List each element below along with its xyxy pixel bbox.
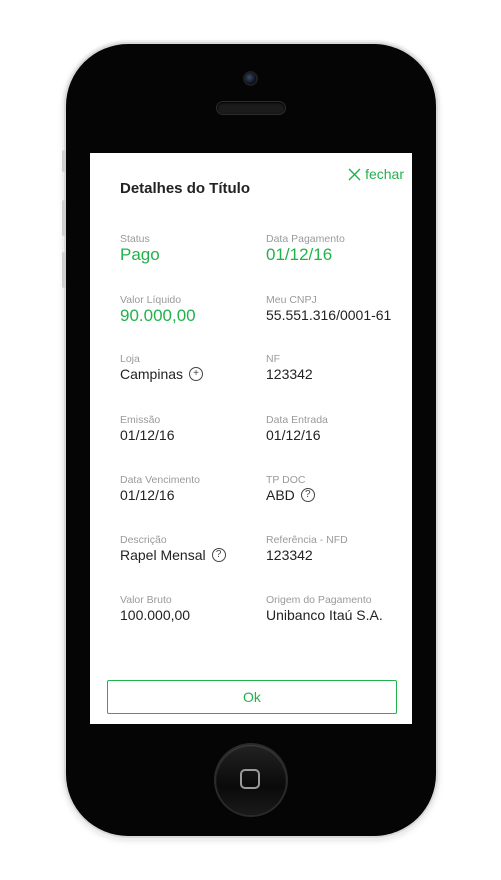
emissao-value: 01/12/16 xyxy=(120,427,175,443)
plus-circle-icon[interactable]: + xyxy=(189,367,204,381)
dialog-title: Detalhes do Título xyxy=(120,180,251,197)
field-tp-doc: TP DOC ABD ? xyxy=(266,474,315,504)
mute-switch xyxy=(62,150,66,172)
data-pagamento-value: 01/12/16 xyxy=(266,245,333,264)
details-dialog: Detalhes do Título fechar Status Pago Da… xyxy=(90,153,412,724)
field-data-entrada: Data Entrada 01/12/16 xyxy=(266,414,328,444)
origem-pagamento-value: Unibanco Itaú S.A. xyxy=(266,607,383,623)
field-label: Meu CNPJ xyxy=(266,294,317,306)
field-emissao: Emissão 01/12/16 xyxy=(120,414,175,444)
valor-bruto-value: 100.000,00 xyxy=(120,607,191,623)
field-valor-bruto: Valor Bruto 100.000,00 xyxy=(120,594,190,624)
field-status: Status Pago xyxy=(120,233,160,265)
volume-up-button xyxy=(62,200,66,236)
tp-doc-value: ABD xyxy=(266,487,295,503)
descricao-value: Rapel Mensal xyxy=(120,547,206,563)
field-nf: NF 123342 xyxy=(266,353,313,383)
loja-value: Campinas xyxy=(120,366,184,382)
referencia-nfd-value: 123342 xyxy=(266,547,313,563)
field-label: Loja xyxy=(120,353,140,365)
field-label: Data Pagamento xyxy=(266,233,345,245)
field-label: Valor Bruto xyxy=(120,594,172,606)
help-circle-icon[interactable]: ? xyxy=(300,488,315,502)
help-circle-icon[interactable]: ? xyxy=(211,548,226,562)
nf-value: 123342 xyxy=(266,366,313,382)
field-label: Data Entrada xyxy=(266,414,328,426)
field-data-vencimento: Data Vencimento 01/12/16 xyxy=(120,474,200,504)
close-button[interactable]: fechar xyxy=(348,166,404,182)
field-data-pagamento: Data Pagamento 01/12/16 xyxy=(266,233,345,265)
field-label: NF xyxy=(266,353,280,365)
field-descricao: Descrição Rapel Mensal ? xyxy=(120,534,226,564)
field-origem-pagamento: Origem do Pagamento Unibanco Itaú S.A. xyxy=(266,594,383,624)
earpiece-speaker xyxy=(217,102,285,114)
data-vencimento-value: 01/12/16 xyxy=(120,487,175,503)
field-label: Data Vencimento xyxy=(120,474,200,486)
field-label: Valor Líquido xyxy=(120,294,182,306)
field-referencia-nfd: Referência - NFD 123342 xyxy=(266,534,348,564)
field-label: Origem do Pagamento xyxy=(266,594,372,606)
tp-doc-value-row: ABD ? xyxy=(266,486,315,504)
valor-liquido-value: 90.000,00 xyxy=(120,306,196,325)
volume-down-button xyxy=(62,252,66,288)
descricao-value-row: Rapel Mensal ? xyxy=(120,546,226,564)
front-camera xyxy=(245,73,256,84)
data-entrada-value: 01/12/16 xyxy=(266,427,321,443)
home-button[interactable] xyxy=(216,745,286,815)
ok-button[interactable]: Ok xyxy=(107,680,397,714)
field-label: TP DOC xyxy=(266,474,306,486)
close-icon xyxy=(348,168,361,181)
field-label: Descrição xyxy=(120,534,167,546)
field-meu-cnpj: Meu CNPJ 55.551.316/0001-61 xyxy=(266,294,391,324)
loja-value-row: Campinas + xyxy=(120,365,204,383)
field-label: Emissão xyxy=(120,414,161,426)
status-value: Pago xyxy=(120,245,160,264)
field-label: Status xyxy=(120,233,150,245)
home-square-icon xyxy=(240,769,260,789)
field-loja: Loja Campinas + xyxy=(120,353,204,383)
field-valor-liquido: Valor Líquido 90.000,00 xyxy=(120,294,196,326)
meu-cnpj-value: 55.551.316/0001-61 xyxy=(266,307,392,323)
field-label: Referência - NFD xyxy=(266,534,348,546)
close-label: fechar xyxy=(365,166,404,182)
